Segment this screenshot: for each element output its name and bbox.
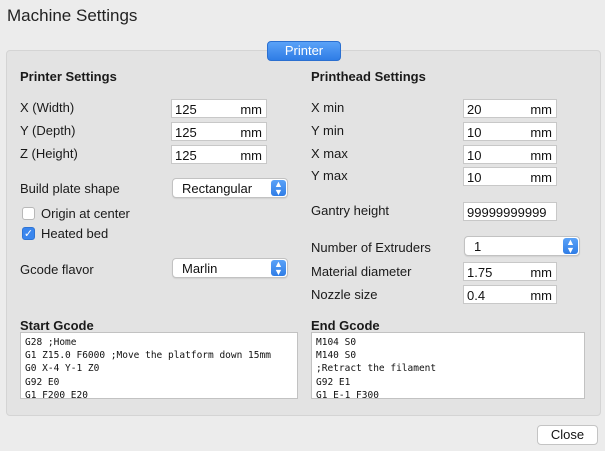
gcode-flavor-select[interactable]: Marlin ▲ ▼ [172,258,288,278]
extruders-value: 1 [474,239,482,254]
extruders-select[interactable]: 1 ▲ ▼ [464,236,580,256]
xmax-label: X max [311,146,348,161]
end-gcode-title: End Gcode [311,318,380,333]
chevron-updown-icon: ▲ ▼ [271,180,286,197]
gcode-flavor-label: Gcode flavor [20,262,94,277]
height-value: 125 [175,148,197,163]
origin-center-label: Origin at center [41,206,130,221]
window-title: Machine Settings [7,6,138,25]
nozzle-size-field[interactable]: 0.4 mm [463,285,557,304]
code-line: G28 ;Home [25,337,77,348]
code-line: M104 S0 [316,337,357,348]
xmax-value: 10 [467,148,482,163]
printhead-settings-title: Printhead Settings [311,69,426,84]
xmin-field[interactable]: 20 mm [463,99,557,118]
ymin-unit: mm [530,125,552,140]
material-diameter-value: 1.75 [467,265,493,280]
width-label: X (Width) [20,100,75,115]
material-diameter-label: Material diameter [311,264,412,279]
gcode-flavor-value: Marlin [182,261,218,276]
code-line: G92 E1 [316,376,351,388]
xmin-label: X min [311,100,345,115]
code-line: ;Retract the filament [316,363,437,375]
gantry-height-label: Gantry height [311,203,390,218]
extruders-label: Number of Extruders [311,240,431,255]
height-unit: mm [240,148,262,163]
ymin-field[interactable]: 10 mm [463,122,557,141]
code-line: G92 E0 [25,376,60,388]
code-line: G0 X-4 Y-1 Z0 [25,363,100,375]
heated-bed-checkbox[interactable]: ✓ [22,227,35,240]
chevron-updown-icon: ▲ ▼ [271,260,286,277]
ymax-field[interactable]: 10 mm [463,167,557,186]
material-diameter-unit: mm [530,265,552,280]
code-line: G1 Z15.0 F6000 ;Move the platform down 1… [25,350,271,362]
ymax-label: Y max [311,168,348,183]
start-gcode-editor[interactable]: G28 ;Home G1 Z15.0 F6000 ;Move the platfo… [20,332,298,399]
ymin-value: 10 [467,125,482,140]
ymin-label: Y min [311,123,344,138]
end-gcode-editor[interactable]: M104 S0 M140 S0 ;Retract the filament G92 E… [311,332,585,399]
close-button[interactable]: Close [537,425,598,445]
xmax-field[interactable]: 10 mm [463,145,557,164]
xmax-unit: mm [530,148,552,163]
heated-bed-label: Heated bed [41,226,109,241]
xmin-value: 20 [467,102,482,117]
depth-unit: mm [240,125,262,140]
nozzle-size-unit: mm [530,288,552,303]
build-plate-select[interactable]: Rectangular ▲ ▼ [172,178,288,198]
nozzle-size-label: Nozzle size [311,287,378,302]
ymax-value: 10 [467,170,482,185]
depth-value: 125 [175,125,197,140]
depth-field[interactable]: 125 mm [171,122,267,141]
material-diameter-field[interactable]: 1.75 mm [463,262,557,281]
xmin-unit: mm [530,102,552,117]
tab-printer[interactable]: Printer [267,41,341,61]
width-field[interactable]: 125 mm [171,99,267,118]
code-line: M140 S0 [316,350,357,362]
build-plate-label: Build plate shape [20,181,120,196]
printer-settings-title: Printer Settings [20,69,117,84]
start-gcode-title: Start Gcode [20,318,94,333]
gantry-height-field[interactable]: 99999999999 [463,202,557,221]
depth-label: Y (Depth) [20,123,76,138]
origin-center-checkbox[interactable] [22,207,35,220]
code-line: G1 F200 E20 [25,389,88,399]
width-unit: mm [240,102,262,117]
ymax-unit: mm [530,170,552,185]
nozzle-size-value: 0.4 [467,288,486,303]
checkmark-icon: ✓ [23,228,34,240]
height-field[interactable]: 125 mm [171,145,267,164]
chevron-updown-icon: ▲ ▼ [563,238,578,255]
build-plate-value: Rectangular [182,181,253,196]
width-value: 125 [175,102,197,117]
code-line: G1 E-1 F300 [316,389,379,399]
gantry-height-value: 99999999999 [467,205,547,220]
height-label: Z (Height) [20,146,78,161]
